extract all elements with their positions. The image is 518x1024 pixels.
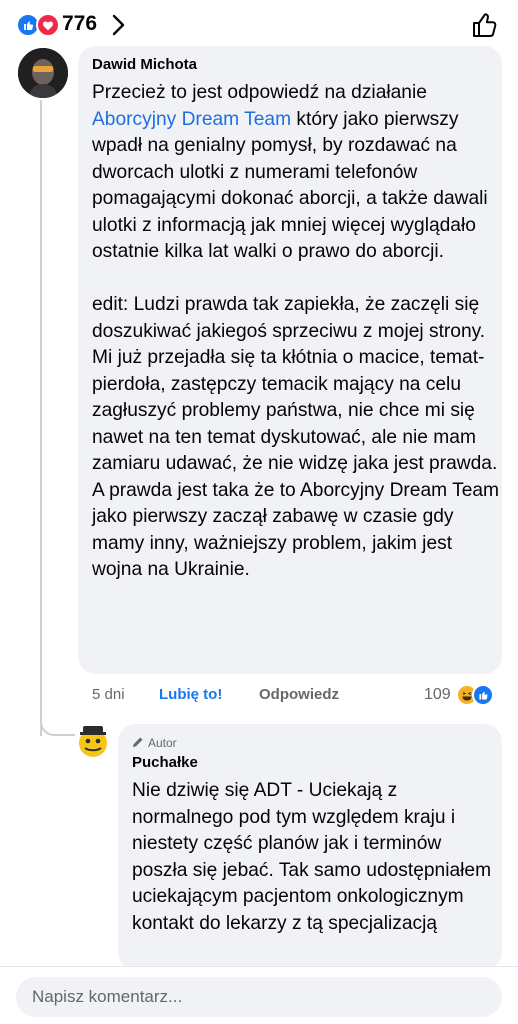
reply-button[interactable]: Odpowiedz [259, 686, 339, 703]
like-icon [472, 684, 494, 706]
like-outline-icon[interactable] [470, 10, 500, 40]
comment-composer [0, 966, 518, 1024]
comment-input[interactable] [32, 977, 482, 1017]
comment-reaction-count[interactable]: 109 [424, 686, 451, 704]
thread-line [40, 100, 42, 736]
comment-text-part: Przecież to jest odpowiedź na działanie [92, 82, 432, 103]
reactions-bar[interactable]: 776 [0, 0, 518, 50]
author-badge-label: Autor [148, 736, 177, 750]
comment-link[interactable]: Aborcyjny Dream Team [92, 109, 291, 130]
reply-avatar[interactable] [74, 722, 112, 760]
reply-author[interactable]: Puchałke [132, 754, 198, 771]
like-button[interactable]: Lubię to! [159, 686, 222, 703]
composer-box[interactable] [16, 977, 502, 1017]
comment-actions: 5 dni Lubię to! Odpowiedz 109 [92, 684, 512, 706]
reaction-count[interactable]: 776 [62, 12, 97, 36]
comment-author[interactable]: Dawid Michota [92, 56, 197, 73]
thread-branch [40, 700, 76, 736]
comment-text: Przecież to jest odpowiedź na działanie … [92, 80, 502, 584]
comment-time[interactable]: 5 dni [92, 686, 125, 703]
reply-text: Nie dziwię się ADT - Uciekają z normalne… [132, 780, 497, 934]
comment-text-part: który jako pierwszy wpadł na genialny po… [92, 108, 500, 581]
author-badge: Autor [132, 736, 177, 750]
reaction-icons [16, 13, 60, 37]
love-icon [36, 13, 60, 37]
pencil-icon [133, 737, 143, 747]
avatar[interactable] [18, 48, 68, 98]
chevron-right-icon[interactable] [108, 12, 128, 38]
